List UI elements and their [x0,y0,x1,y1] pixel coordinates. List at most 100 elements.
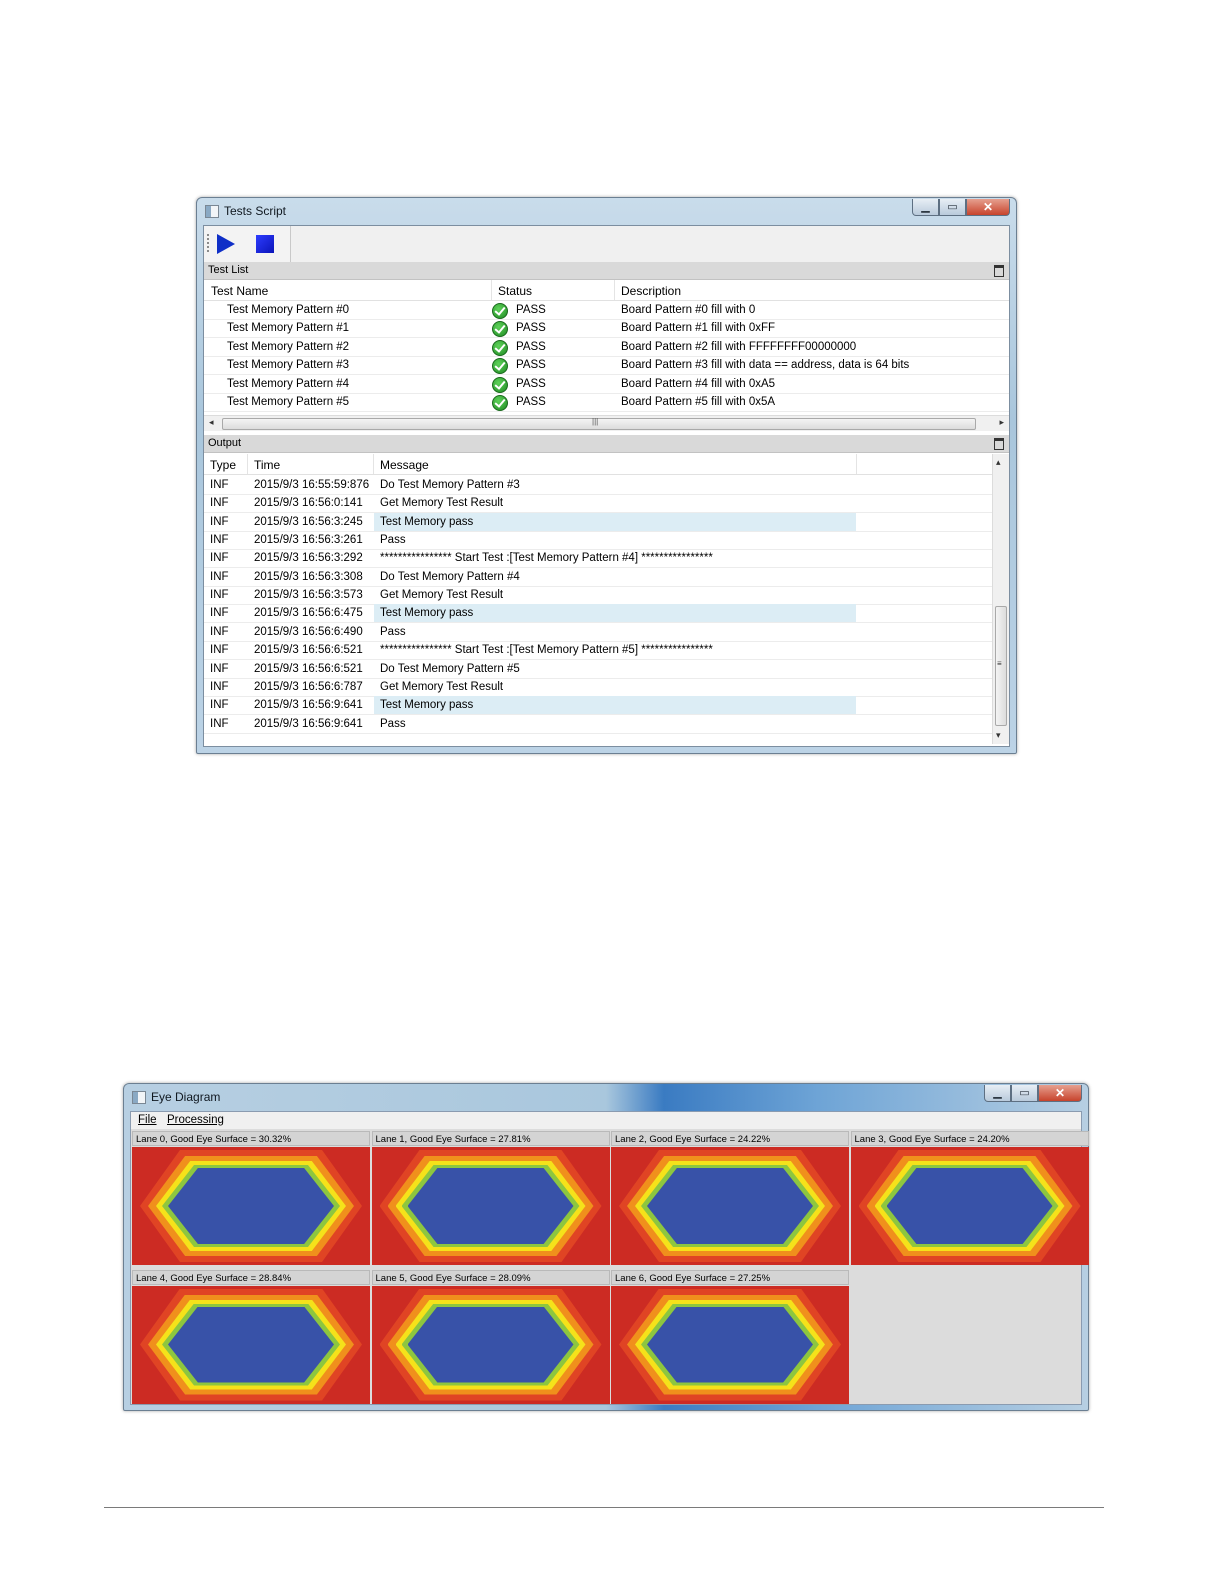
log-row[interactable]: INF 2015/9/3 16:56:3:245 Test Memory pass [204,512,993,532]
column-test-name[interactable]: Test Name [211,284,268,298]
test-row[interactable]: Test Memory Pattern #1 PASS Board Pattern … [204,319,1009,339]
minimize-button[interactable]: ▁ [984,1085,1011,1102]
lane-label: Lane 2, Good Eye Surface = 24.22% [611,1131,849,1146]
test-row[interactable]: Test Memory Pattern #5 PASS Board Pattern … [204,393,1009,412]
test-status: PASS [516,359,546,372]
pass-check-icon [492,358,508,375]
panel-restore-icon[interactable] [994,438,1004,450]
column-message[interactable]: Message [380,458,429,472]
log-type: INF [210,534,229,547]
log-message: Test Memory pass [380,515,474,528]
scroll-right-icon[interactable]: ▸ [999,417,1004,428]
log-row[interactable]: INF 2015/9/3 16:56:3:573 Get Memory Test R… [204,586,993,606]
log-type: INF [210,699,229,712]
column-status[interactable]: Status [498,284,532,298]
title-bar[interactable]: Tests Script ▁ ▭ ✕ [197,198,1016,224]
log-row[interactable]: INF 2015/9/3 16:56:6:787 Get Memory Test R… [204,678,993,697]
test-status: PASS [516,322,546,335]
panel-restore-icon[interactable] [994,265,1004,277]
title-bar[interactable]: Eye Diagram ▁ ▭ ✕ [124,1084,1088,1110]
lane-label: Lane 1, Good Eye Surface = 27.81% [371,1131,610,1146]
log-row[interactable]: INF 2015/9/3 16:56:9:641 Pass [204,715,993,734]
log-time: 2015/9/3 16:56:9:641 [254,699,363,712]
test-status: PASS [516,377,546,390]
test-list-hscroll[interactable]: ◂ ||| ▸ [204,415,1009,431]
scroll-left-icon[interactable]: ◂ [209,417,214,428]
log-type: INF [210,625,229,638]
eye-lane-2: Lane 2, Good Eye Surface = 24.22% [611,1131,849,1268]
lane-label: Lane 6, Good Eye Surface = 27.25% [611,1269,849,1285]
log-time: 2015/9/3 16:56:6:475 [254,607,363,620]
log-time: 2015/9/3 16:56:3:573 [254,589,363,602]
log-time: 2015/9/3 16:56:3:308 [254,570,363,583]
log-row[interactable]: INF 2015/9/3 16:56:6:490 Pass [204,623,993,642]
log-row[interactable]: INF 2015/9/3 16:56:6:521 **************** … [204,641,993,661]
pass-check-icon [492,303,508,319]
close-button[interactable]: ✕ [966,199,1010,216]
log-row[interactable]: INF 2015/9/3 16:55:59:876 Do Test Memory P… [204,476,993,495]
window-icon [132,1091,146,1104]
log-time: 2015/9/3 16:56:3:292 [254,552,363,565]
close-button[interactable]: ✕ [1038,1085,1082,1102]
page-footer-rule [104,1507,1104,1508]
log-row[interactable]: INF 2015/9/3 16:56:3:308 Do Test Memory Pa… [204,568,993,587]
log-row[interactable]: INF 2015/9/3 16:56:0:141 Get Memory Test R… [204,494,993,514]
log-type: INF [210,570,229,583]
minimize-button[interactable]: ▁ [912,199,939,216]
tests-client-area: Test List Test Name Status Description T… [203,225,1010,747]
eye-plot [132,1285,370,1404]
hscroll-thumb[interactable] [222,418,976,430]
test-name: Test Memory Pattern #4 [227,377,350,390]
log-type: INF [210,662,229,675]
log-type: INF [210,497,229,510]
scroll-up-icon[interactable]: ▴ [996,457,1001,468]
output-vscroll[interactable]: ▴ ≡ ▾ [992,454,1009,744]
tests-script-window: Tests Script ▁ ▭ ✕ Test List Test Name S… [196,197,1017,754]
log-row[interactable]: INF 2015/9/3 16:56:3:261 Pass [204,531,993,551]
eye-lane-0: Lane 0, Good Eye Surface = 30.32% [132,1131,370,1268]
test-status: PASS [516,396,546,408]
menu-file[interactable]: File [138,1114,157,1126]
toolbar-grip[interactable] [207,234,209,254]
log-message: Get Memory Test Result [380,497,504,510]
pass-check-icon [492,321,508,338]
test-list-columns: Test Name Status Description [204,280,1009,301]
test-row[interactable]: Test Memory Pattern #2 PASS Board Pattern … [204,338,1009,357]
log-time: 2015/9/3 16:56:6:490 [254,625,363,638]
log-message: Test Memory pass [380,607,474,620]
column-description[interactable]: Description [621,284,681,298]
lane-label: Lane 3, Good Eye Surface = 24.20% [850,1131,1089,1146]
column-type[interactable]: Type [210,458,236,472]
maximize-button[interactable]: ▭ [939,199,966,216]
stop-icon[interactable] [256,235,274,253]
output-title: Output [208,437,242,449]
test-row[interactable]: Test Memory Pattern #0 PASS Board Pattern … [204,301,1009,320]
test-list-title: Test List [208,264,249,276]
eye-plot [611,1147,849,1265]
play-icon[interactable] [217,234,235,254]
log-message: Pass [380,625,406,638]
eye-client-area: File Processing Lane 0, Good Eye Surface… [130,1111,1089,1405]
log-row[interactable]: INF 2015/9/3 16:56:6:521 Do Test Memory Pa… [204,660,993,679]
pass-check-icon [492,339,508,356]
empty-lane-area [849,1268,1079,1402]
log-row[interactable]: INF 2015/9/3 16:56:9:641 Test Memory pass [204,696,993,716]
log-row[interactable]: INF 2015/9/3 16:56:3:292 **************** … [204,549,993,569]
test-description: Board Pattern #1 fill with 0xFF [621,322,776,335]
log-message: Do Test Memory Pattern #3 [380,479,520,491]
log-row[interactable]: INF 2015/9/3 16:56:6:475 Test Memory pass [204,604,993,624]
test-row[interactable]: Test Memory Pattern #3 PASS Board Pattern … [204,356,1009,376]
maximize-button[interactable]: ▭ [1011,1085,1038,1102]
test-name: Test Memory Pattern #3 [227,359,350,372]
test-description: Board Pattern #3 fill with data == addre… [621,359,910,372]
scroll-down-icon[interactable]: ▾ [996,730,1001,741]
log-message: **************** Start Test :[Test Memor… [380,552,713,565]
test-row[interactable]: Test Memory Pattern #4 PASS Board Pattern … [204,375,1009,394]
log-time: 2015/9/3 16:56:3:261 [254,534,363,547]
output-header: Output [204,435,1009,453]
column-time[interactable]: Time [254,458,280,472]
log-message: Test Memory pass [380,699,474,712]
log-time: 2015/9/3 16:55:59:876 [254,479,370,491]
log-type: INF [210,607,229,620]
menu-processing[interactable]: Processing [167,1114,224,1126]
